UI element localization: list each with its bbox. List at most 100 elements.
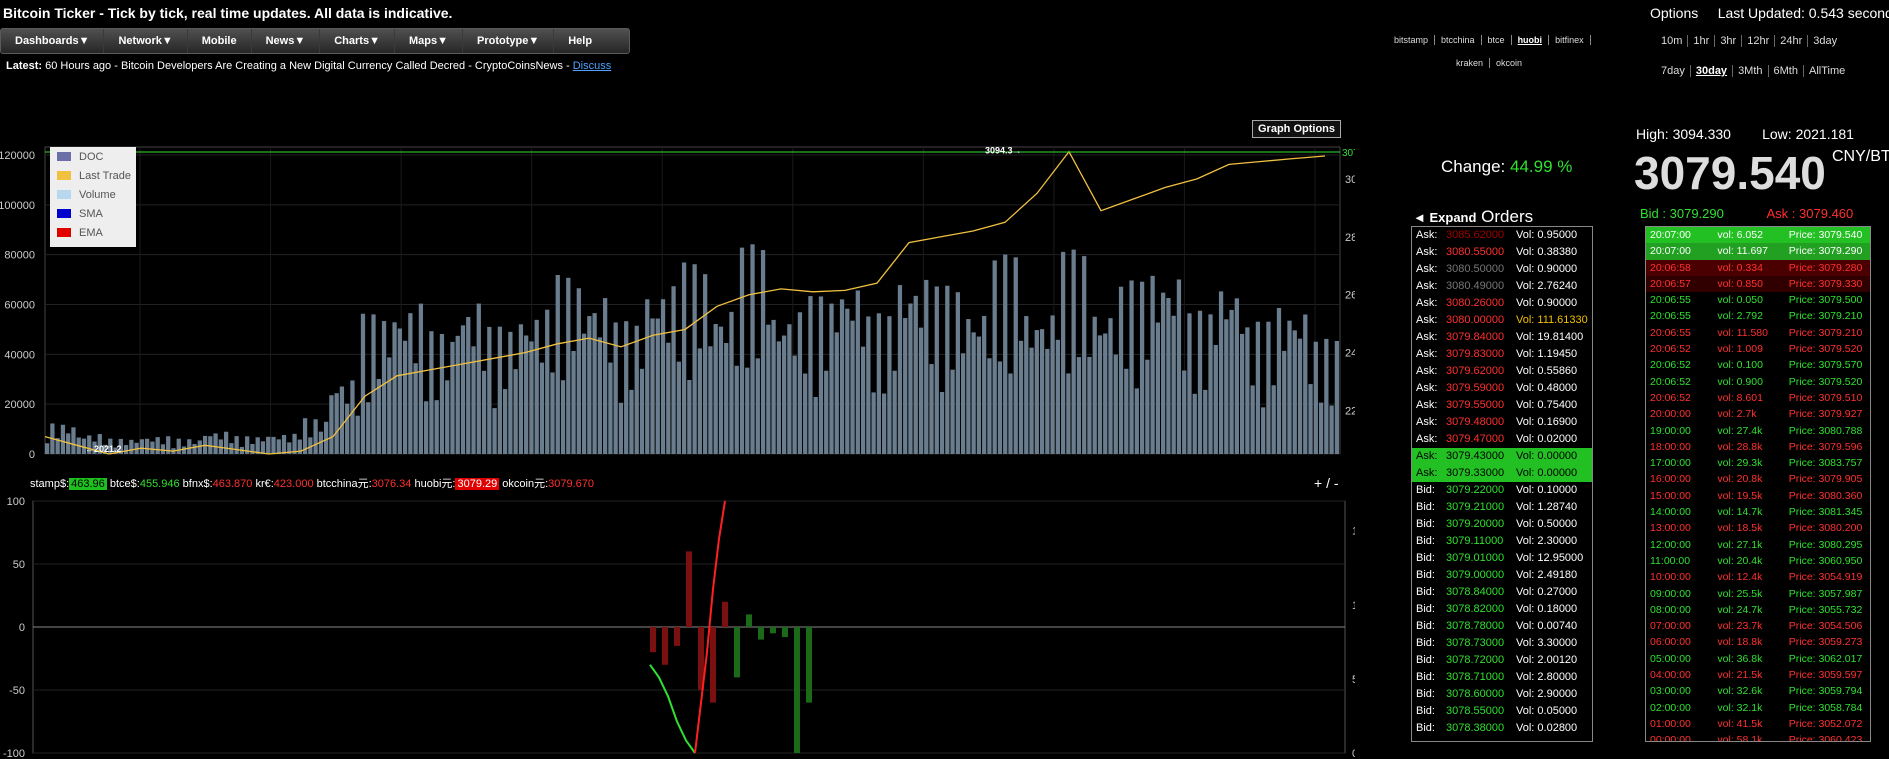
trade-time: 19:00:00 [1650,424,1691,437]
volume-bar [766,324,771,454]
legend-item[interactable]: EMA [50,223,136,242]
trade-price: Price: 3079.520 [1788,375,1863,388]
volume-bar [376,378,381,454]
volume-bar [713,324,718,454]
trade-time: 20:06:52 [1650,343,1691,356]
trade-price: Price: 3059.597 [1788,669,1863,682]
order-row: Ask: 3079.84000 Vol: 19.81400 [1412,329,1592,346]
tf-3hr[interactable]: 3hr [1715,35,1743,47]
y-left-tick: 0 [29,449,35,460]
legend-item[interactable]: DOC [50,147,136,166]
tf-6mth[interactable]: 6Mth [1769,65,1804,77]
legend-item[interactable]: Last Trade [50,166,136,185]
trade-row: 15:00:00 vol: 19.5k Price: 3080.360 [1646,488,1870,504]
volume-bar [1129,280,1134,454]
order-side: Bid: [1416,705,1435,717]
tf-3day[interactable]: 3day [1808,35,1842,47]
volume-bar [897,285,903,454]
graph-options-button[interactable]: Graph Options [1252,120,1341,138]
nav-prototype[interactable]: Prototype▼ [463,29,555,53]
order-volume: Vol: 2.30000 [1516,535,1578,547]
exchange-price-value: 3079.670 [548,478,595,490]
trade-price: Price: 3060.950 [1788,554,1863,567]
y-right-tick: 2800 [1345,232,1355,244]
volume-bar [634,325,639,454]
volume-bar [539,362,545,454]
volume-bar [1039,329,1045,454]
discuss-link[interactable]: Discuss [573,60,612,72]
nav-network[interactable]: Network▼ [104,29,188,53]
volume-bar [1034,330,1039,454]
volume-bar [324,421,329,454]
volume-bar [1266,321,1271,454]
volume-bar [808,296,813,454]
trade-price: Price: 3079.905 [1788,473,1863,486]
options-link[interactable]: Options [1650,5,1698,21]
volume-bar [429,331,434,454]
depth-bar [806,627,812,703]
y-right-tick: 0 [1352,748,1355,759]
volume-bar [850,320,855,454]
trade-volume: vol: 0.900 [1717,375,1763,388]
exchange-btcchina[interactable]: btcchina [1435,35,1482,45]
trade-time: 09:00:00 [1650,587,1691,600]
volume-bar [1192,393,1197,454]
trade-row: 20:00:00 vol: 2.7k Price: 3079.927 [1646,406,1870,422]
tf-10m[interactable]: 10m [1656,35,1689,47]
order-side: Bid: [1416,671,1435,683]
exchange-okcoin[interactable]: okcoin [1490,58,1528,68]
tf-24hr[interactable]: 24hr [1775,35,1809,47]
expand-orders-toggle[interactable]: ◄ Expand Orders [1413,207,1533,227]
nav-dashboards[interactable]: Dashboards▼ [1,29,105,53]
trade-time: 04:00:00 [1650,669,1691,682]
exchange-bitstamp[interactable]: bitstamp [1388,35,1436,45]
trade-price: Price: 3079.520 [1788,343,1863,356]
order-row: Ask: 3080.49000 Vol: 2.76240 [1412,278,1592,295]
tf-12hr[interactable]: 12hr [1742,35,1776,47]
volume-bar [1050,315,1055,454]
volume-bar [360,313,366,454]
order-row: Bid: 3078.60000 Vol: 2.90000 [1412,686,1592,703]
order-side: Ask: [1416,416,1438,428]
tf-1hr[interactable]: 1hr [1688,35,1716,47]
zoom-toggle[interactable]: + / - [1314,475,1339,491]
volume-bar [903,318,908,454]
nav-news[interactable]: News▼ [252,29,321,53]
tf-30day[interactable]: 30day [1691,65,1734,77]
exchange-bitfinex[interactable]: bitfinex [1549,35,1591,45]
order-side: Ask: [1416,433,1438,445]
nav-mobile[interactable]: Mobile [188,29,252,53]
legend-item[interactable]: SMA [50,204,136,223]
trade-volume: vol: 18.8k [1717,636,1763,649]
nav-maps[interactable]: Maps▼ [395,29,463,53]
nav-charts[interactable]: Charts▼ [320,29,395,53]
order-side: Ask: [1416,365,1438,377]
order-volume: Vol: 1.28740 [1516,501,1578,513]
exchange-huobi[interactable]: huobi [1512,35,1550,45]
y-right-tick: 1000 [1352,600,1355,612]
tf-3mth[interactable]: 3Mth [1733,65,1769,77]
volume-bar [1234,298,1239,454]
volume-bar [145,438,150,454]
trade-row: 20:06:52 vol: 0.100 Price: 3079.570 [1646,357,1870,373]
order-side: Ask: [1416,348,1438,360]
bid-label: Bid : [1640,206,1667,221]
legend-item[interactable]: Volume [50,185,136,204]
volume-bar [355,415,360,454]
volume-bar [660,299,666,454]
trade-volume: vol: 0.334 [1717,261,1763,274]
exchange-kraken[interactable]: kraken [1450,58,1491,68]
nav-help[interactable]: Help [554,29,606,53]
volume-bar [1287,320,1292,454]
exchange-btce[interactable]: btce [1482,35,1512,45]
order-row: Ask: 3079.48000 Vol: 0.16900 [1412,414,1592,431]
order-volume: Vol: 0.55860 [1516,365,1578,377]
tf-7day[interactable]: 7day [1656,65,1691,77]
order-volume: Vol: 3.30000 [1516,637,1578,649]
volume-bar [150,441,155,454]
volume-bar [1318,402,1324,454]
tf-alltime[interactable]: AllTime [1804,65,1850,77]
volume-bar [339,386,345,454]
volume-bar [518,324,524,454]
volume-bar [508,331,513,454]
